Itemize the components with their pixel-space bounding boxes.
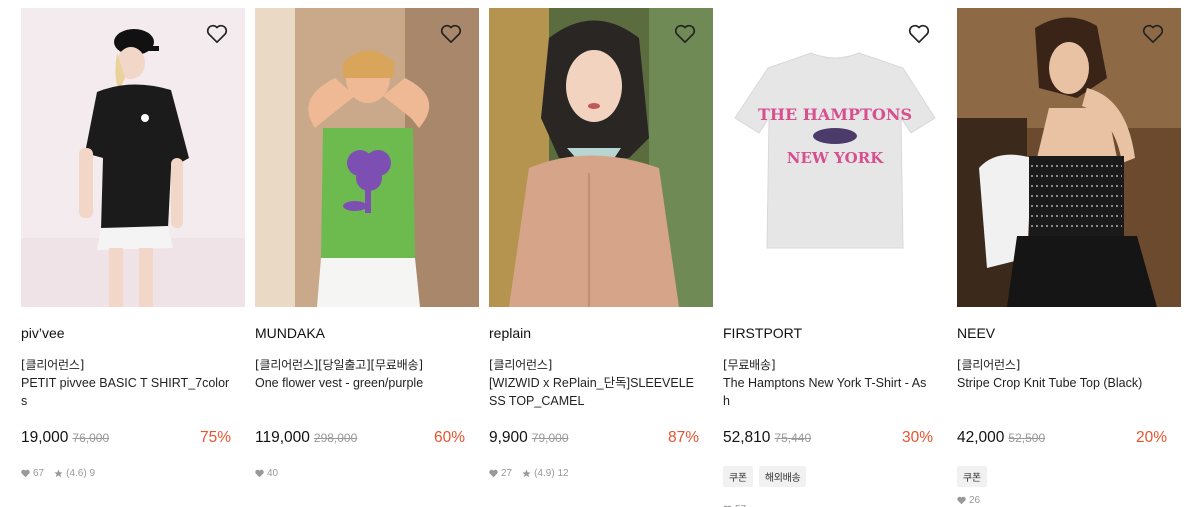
- coupon-badge: 쿠폰: [957, 466, 987, 487]
- product-name[interactable]: One flower vest - green/purple: [255, 374, 465, 392]
- original-price: 52,500: [1008, 431, 1046, 445]
- heart-icon: [21, 469, 30, 478]
- product-photo: [255, 8, 479, 307]
- brand-name[interactable]: NEEV: [957, 325, 995, 341]
- original-price: 298,000: [313, 431, 358, 445]
- product-name[interactable]: Stripe Crop Knit Tube Top (Black): [957, 374, 1167, 392]
- product-stats: 27 (4.9) 12: [489, 468, 569, 479]
- shirt-print-top: THE HAMPTONS: [758, 105, 912, 124]
- brand-name[interactable]: MUNDAKA: [255, 325, 325, 341]
- heart-icon: [255, 469, 264, 478]
- product-tags: [무료배송]: [723, 358, 776, 372]
- product-card[interactable]: MUNDAKA [클리어런스][당일출고][무료배송] One flower v…: [255, 8, 479, 507]
- original-price: 76,000: [72, 431, 110, 445]
- product-tags: [클리어런스]: [957, 358, 1021, 372]
- sale-price: 119,000 298,000: [255, 429, 358, 446]
- discount-rate: 60%: [433, 429, 465, 446]
- price-row: 42,000 52,500 20%: [957, 429, 1167, 451]
- discount-rate: 30%: [901, 429, 933, 446]
- product-photo: [489, 8, 713, 307]
- like-count: 40: [267, 468, 279, 479]
- coupon-badge: 쿠폰: [723, 466, 753, 487]
- product-card[interactable]: NEEV [클리어런스] Stripe Crop Knit Tube Top (…: [957, 8, 1181, 507]
- brand-name[interactable]: FIRSTPORT: [723, 325, 802, 341]
- product-stats: 40: [255, 468, 278, 479]
- product-name[interactable]: PETIT pivvee BASIC T SHIRT_7colors: [21, 374, 231, 410]
- wishlist-heart-icon[interactable]: [206, 24, 228, 44]
- price-row: 19,000 76,000 75%: [21, 429, 231, 451]
- rating-score: (4.9): [534, 468, 555, 479]
- star-icon: [522, 469, 531, 478]
- sale-price: 52,810 75,440: [723, 429, 812, 446]
- product-image[interactable]: [21, 8, 245, 307]
- price-row: 9,900 79,000 87%: [489, 429, 699, 451]
- price-row: 119,000 298,000 60%: [255, 429, 465, 451]
- product-photo: THE HAMPTONS NEW YORK: [723, 8, 947, 307]
- review-count: 12: [557, 468, 569, 479]
- product-tags: [클리어런스][당일출고][무료배송]: [255, 358, 423, 372]
- badge-list: 쿠폰: [957, 466, 987, 487]
- discount-rate: 20%: [1135, 429, 1167, 446]
- shirt-print-bottom: NEW YORK: [787, 149, 884, 167]
- product-stats: 67 (4.6) 9: [21, 468, 95, 479]
- heart-icon: [489, 469, 498, 478]
- product-stats: 26: [957, 495, 980, 506]
- like-count: 67: [33, 468, 45, 479]
- product-card[interactable]: replain [클리어런스] [WIZWID x RePlain_단독]SLE…: [489, 8, 713, 507]
- badge-list: 쿠폰 해외배송: [723, 466, 807, 487]
- sale-price: 19,000 76,000: [21, 429, 110, 446]
- sale-price: 9,900 79,000: [489, 429, 569, 446]
- original-price: 79,000: [531, 431, 569, 445]
- product-tags: [클리어런스]: [21, 358, 85, 372]
- product-tags: [클리어런스]: [489, 358, 553, 372]
- product-name[interactable]: [WIZWID x RePlain_단독]SLEEVELESS TOP_CAME…: [489, 374, 699, 410]
- rating-score: (4.6): [66, 468, 87, 479]
- product-name[interactable]: The Hamptons New York T-Shirt - Ash: [723, 374, 933, 410]
- product-card[interactable]: THE HAMPTONS NEW YORK FIRSTPORT [무료배송] T…: [723, 8, 947, 507]
- discount-rate: 75%: [199, 429, 231, 446]
- wishlist-heart-icon[interactable]: [440, 24, 462, 44]
- product-card[interactable]: piv’vee [클리어런스] PETIT pivvee BASIC T SHI…: [21, 8, 245, 507]
- like-count: 26: [969, 495, 981, 506]
- product-photo: [957, 8, 1181, 307]
- sale-price: 42,000 52,500: [957, 429, 1046, 446]
- star-icon: [54, 469, 63, 478]
- product-image[interactable]: [957, 8, 1181, 307]
- wishlist-heart-icon[interactable]: [908, 24, 930, 44]
- overseas-shipping-badge: 해외배송: [758, 466, 807, 487]
- product-image[interactable]: [489, 8, 713, 307]
- product-photo: [21, 8, 245, 307]
- like-count: 27: [501, 468, 513, 479]
- discount-rate: 87%: [667, 429, 699, 446]
- original-price: 75,440: [774, 431, 812, 445]
- brand-name[interactable]: replain: [489, 325, 531, 341]
- brand-name[interactable]: piv’vee: [21, 325, 65, 341]
- wishlist-heart-icon[interactable]: [674, 24, 696, 44]
- heart-icon: [957, 496, 966, 505]
- wishlist-heart-icon[interactable]: [1142, 24, 1164, 44]
- price-row: 52,810 75,440 30%: [723, 429, 933, 451]
- product-image[interactable]: [255, 8, 479, 307]
- product-image[interactable]: THE HAMPTONS NEW YORK: [723, 8, 947, 307]
- review-count: 9: [89, 468, 96, 479]
